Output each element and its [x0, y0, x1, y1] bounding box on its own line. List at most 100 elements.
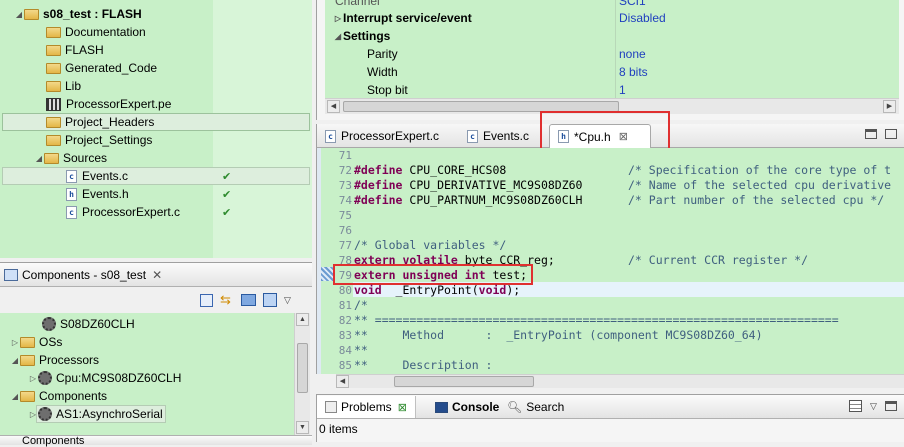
- collapse-arrow-icon[interactable]: ◢: [34, 154, 44, 163]
- tab-processorexpert-c[interactable]: c ProcessorExpert.c: [317, 125, 447, 147]
- expand-arrow-icon[interactable]: ▷: [28, 374, 38, 383]
- project-root-label: s08_test : FLASH: [43, 7, 142, 21]
- code-token: #define: [354, 163, 403, 177]
- tree-item-documentation[interactable]: Documentation: [46, 23, 146, 41]
- tree-item-processorexpert-pe[interactable]: ProcessorExpert.pe: [46, 95, 171, 113]
- minimize-icon[interactable]: [865, 129, 877, 139]
- tree-item-events-h[interactable]: h Events.h ✔: [66, 185, 306, 203]
- maximize-icon[interactable]: [885, 129, 897, 139]
- project-root[interactable]: ◢ s08_test : FLASH: [14, 5, 142, 23]
- tree-item-project-headers[interactable]: Project_Headers: [46, 113, 154, 131]
- scroll-left-icon[interactable]: ◀: [327, 100, 340, 113]
- c-file-icon: c: [325, 129, 336, 143]
- tree-item-label: Processors: [39, 353, 100, 367]
- view-menu-icon[interactable]: ▽: [870, 401, 877, 412]
- property-row-stop-bit[interactable]: Stop bit: [367, 81, 408, 99]
- code-comment[interactable]: ** =====================================…: [354, 313, 839, 328]
- components-icon: [4, 269, 18, 281]
- expand-arrow-icon[interactable]: ▷: [333, 14, 343, 23]
- link-editor-icon[interactable]: ⇆: [220, 293, 234, 307]
- collapse-arrow-icon[interactable]: ◢: [10, 356, 20, 365]
- table-icon[interactable]: [849, 400, 862, 412]
- property-value: Disabled: [619, 11, 666, 25]
- view-menu-icon[interactable]: ▽: [284, 295, 291, 306]
- scroll-down-icon[interactable]: ▼: [296, 421, 309, 434]
- tree-item-project-settings[interactable]: Project_Settings: [46, 131, 152, 149]
- line-number: 74: [338, 194, 352, 207]
- folder-icon: [46, 134, 61, 146]
- code-line[interactable]: #define CPU_DERIVATIVE_MC9S08DZ60: [354, 178, 582, 193]
- scroll-thumb[interactable]: [297, 343, 308, 393]
- code-comment[interactable]: ** Description :: [354, 358, 492, 373]
- code-line[interactable]: void _EntryPoint(void);: [354, 283, 520, 298]
- expand-arrow-icon[interactable]: ▷: [10, 338, 20, 347]
- project-explorer: ◢ s08_test : FLASH Documentation FLASH G…: [0, 0, 312, 258]
- folder-icon: [20, 354, 35, 366]
- line-number: 85: [338, 359, 352, 372]
- code-line[interactable]: #define CPU_PARTNUM_MC9S08DZ60CLH: [354, 193, 582, 208]
- component-item-processors[interactable]: ◢ Processors: [10, 351, 99, 369]
- property-row-parity[interactable]: Parity: [367, 45, 398, 63]
- component-item-components[interactable]: ◢ Components: [10, 387, 107, 405]
- tree-item-events-c[interactable]: c Events.c ✔: [66, 167, 306, 185]
- property-row-settings[interactable]: ◢ Settings: [333, 27, 390, 45]
- code-comment[interactable]: /* Current CCR register */: [628, 253, 808, 268]
- open-folder-icon[interactable]: [241, 294, 256, 306]
- property-value-interrupt[interactable]: Disabled: [619, 9, 666, 27]
- component-item-cpu-derivative[interactable]: S08DZ60CLH: [42, 315, 135, 333]
- tab-console[interactable]: Console: [427, 396, 507, 418]
- scroll-left-icon[interactable]: ◀: [336, 375, 349, 388]
- code-comment[interactable]: /* Global variables */: [354, 238, 506, 253]
- property-name: Interrupt service/event: [343, 11, 472, 25]
- component-item-oss[interactable]: ▷ OSs: [10, 333, 62, 351]
- close-icon[interactable]: ⊠: [398, 401, 407, 414]
- tree-item-sources[interactable]: ◢ Sources: [34, 149, 107, 167]
- expand-arrow-icon[interactable]: ▷: [28, 410, 38, 419]
- collapse-arrow-icon[interactable]: ◢: [14, 10, 24, 19]
- scroll-right-icon[interactable]: ▶: [883, 100, 896, 113]
- tab-events-c[interactable]: c Events.c: [459, 125, 537, 147]
- next-view-title[interactable]: Components: [22, 435, 84, 447]
- code-token: #define: [354, 193, 403, 207]
- code-comment[interactable]: /*: [354, 298, 368, 313]
- property-value: none: [619, 47, 646, 61]
- export-icon[interactable]: [263, 293, 277, 307]
- property-value-parity[interactable]: none: [619, 45, 646, 63]
- property-name: Stop bit: [367, 83, 408, 97]
- code-token: CPU_DERIVATIVE_MC9S08DZ60: [402, 178, 583, 192]
- tab-search[interactable]: 🔍︎ Search: [499, 396, 572, 418]
- tab-label: Search: [526, 400, 565, 414]
- code-comment[interactable]: ** Method : _EntryPoint (component MC9S0…: [354, 328, 763, 343]
- property-value-width[interactable]: 8 bits: [619, 63, 648, 81]
- collapse-arrow-icon[interactable]: ◢: [333, 32, 343, 41]
- property-value-stop-bit[interactable]: 1: [619, 81, 626, 99]
- scroll-thumb[interactable]: [394, 376, 534, 387]
- c-file-icon: c: [66, 169, 77, 183]
- tree-item-flash[interactable]: FLASH: [46, 41, 104, 59]
- code-comment[interactable]: /* Name of the selected cpu derivative: [628, 178, 891, 193]
- close-icon[interactable]: ✕: [152, 268, 162, 282]
- collapse-arrow-icon[interactable]: ◢: [10, 392, 20, 401]
- line-number: 76: [338, 224, 352, 237]
- code-line[interactable]: #define CPU_CORE_HCS08: [354, 163, 506, 178]
- code-comment[interactable]: /* Specification of the core type of t: [628, 163, 891, 178]
- code-comment[interactable]: /* Part number of the selected cpu */: [628, 193, 884, 208]
- tree-item-lib[interactable]: Lib: [46, 77, 81, 95]
- component-item-as1[interactable]: ▷ AS1:AsynchroSerial: [28, 405, 163, 423]
- tab-problems[interactable]: Problems ⊠: [317, 396, 416, 418]
- collapse-all-icon[interactable]: [200, 293, 213, 307]
- component-item-cpu[interactable]: ▷ Cpu:MC9S08DZ60CLH: [28, 369, 181, 387]
- components-vscrollbar[interactable]: ▲ ▼: [294, 313, 310, 437]
- folder-icon: [46, 26, 61, 38]
- code-comment[interactable]: **: [354, 343, 368, 358]
- tab-components[interactable]: Components - s08_test ✕: [4, 266, 162, 284]
- minimize-icon[interactable]: [884, 401, 897, 411]
- property-row-interrupt[interactable]: ▷ Interrupt service/event: [333, 9, 472, 27]
- scroll-up-icon[interactable]: ▲: [296, 313, 309, 326]
- properties-divider: [615, 0, 616, 98]
- editor-hscrollbar[interactable]: ◀: [336, 374, 904, 388]
- tree-item-processorexpert-c[interactable]: c ProcessorExpert.c ✔: [66, 203, 306, 221]
- check-icon: ✔: [222, 206, 232, 219]
- tree-item-generated-code[interactable]: Generated_Code: [46, 59, 157, 77]
- property-row-width[interactable]: Width: [367, 63, 398, 81]
